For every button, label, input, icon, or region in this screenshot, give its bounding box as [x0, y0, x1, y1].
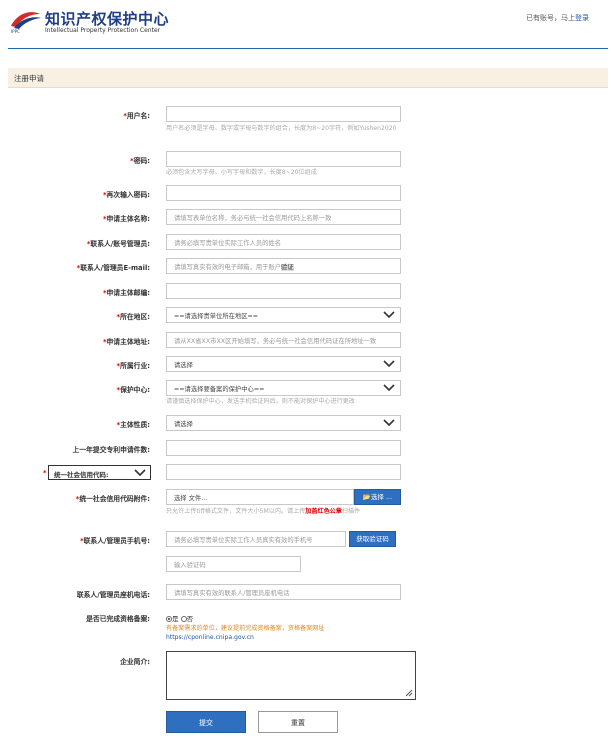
- username-label: *用户名:: [123, 112, 150, 120]
- patent-count-input[interactable]: [166, 440, 401, 456]
- credit-code-input[interactable]: [166, 464, 401, 480]
- page-header: IPPC 知识产权保护中心 Intellectual Property Prot…: [0, 0, 611, 46]
- reset-button[interactable]: 重置: [258, 711, 338, 733]
- password-confirm-input[interactable]: [166, 185, 401, 201]
- password-confirm-label: *再次输入密码:: [102, 191, 150, 199]
- nature-select[interactable]: 请选择: [166, 415, 401, 431]
- region-select[interactable]: ==请选择贵单位所在地区==: [166, 307, 401, 323]
- verify-code-input[interactable]: 输入验证码: [166, 556, 301, 572]
- submit-button[interactable]: 提交: [166, 711, 246, 733]
- phone-input[interactable]: 请务必填写贵单位实际工作人员真实有效的手机号: [166, 531, 346, 547]
- password-input[interactable]: [166, 151, 401, 167]
- phone-label: *联系人/管理员手机号:: [80, 537, 150, 545]
- filed-label: 是否已完成资格备案:: [86, 615, 150, 623]
- address-input[interactable]: 请从XX省XX市XX区开始填写，务必与统一社会信用代码证在所地址一致: [166, 332, 401, 348]
- panel-header: 注册申请: [8, 68, 608, 88]
- password-label: *密码:: [130, 157, 150, 165]
- resize-handle-icon[interactable]: [405, 689, 413, 697]
- chevron-down-icon: [383, 360, 395, 368]
- contact-input[interactable]: 请务必填写贵单位实际工作人员的姓名: [166, 234, 401, 250]
- landline-label: 联系人/管理员座机电话:: [76, 591, 150, 599]
- folder-icon: 📂: [362, 493, 371, 501]
- filed-hint: 有备案需求的单位，建议提前完成资格备案，资格备案网址: [166, 625, 325, 632]
- brand-name: 知识产权保护中心: [45, 10, 170, 28]
- industry-label: *所属行业:: [116, 362, 150, 370]
- center-select[interactable]: ==请选择要备案的保护中心==: [166, 380, 401, 396]
- chevron-down-icon: [383, 384, 395, 392]
- panel-title: 注册申请: [14, 74, 44, 83]
- login-tip: 已有账号，马上登录: [526, 14, 589, 22]
- login-link[interactable]: 登录: [575, 14, 589, 22]
- postcode-input[interactable]: [166, 283, 401, 299]
- attachment-hint: 只允许上传tiff格式文件，文件大小5M以内。请上传加盖红色公章扫描件: [166, 508, 361, 515]
- center-label: *保护中心:: [116, 386, 150, 394]
- center-hint: 请谨慎选择保护中心，发送手机验证码后，则不能对保护中心进行更改: [166, 398, 355, 405]
- contact-label: *联系人/账号管理员:: [86, 240, 150, 248]
- attachment-file-input[interactable]: 选择 文件...: [166, 489, 354, 505]
- credit-code-type-select[interactable]: 统一社会信用代码:: [48, 465, 151, 480]
- patent-count-label: 上一年提交专利申请件数:: [72, 446, 150, 454]
- region-label: *所在地区:: [116, 313, 150, 321]
- intro-textarea[interactable]: [166, 651, 416, 700]
- get-code-button[interactable]: 获取验证码: [349, 531, 396, 547]
- filed-yes-radio[interactable]: [166, 616, 172, 622]
- filed-url-link[interactable]: https://cponline.cnipa.gov.cn: [166, 633, 406, 642]
- attachment-label: *统一社会信用代码附件:: [75, 495, 150, 503]
- landline-input[interactable]: 请填写真实有效的联系人/管理员座机电话: [166, 584, 401, 600]
- nature-label: *主体性质:: [116, 421, 150, 429]
- username-hint: 用户名必须是字母、数字或字母与数字的组合，长度为8~20字符，例如Yushen2…: [166, 125, 397, 132]
- chevron-down-icon: [383, 311, 395, 319]
- header-divider: [8, 48, 608, 49]
- username-input[interactable]: [166, 106, 401, 122]
- choose-file-button[interactable]: 📂选择 ...: [354, 489, 401, 505]
- intro-label: 企业简介:: [120, 658, 150, 666]
- password-hint: 必须包含大写字母、小写字母和数字，长度8~20位组成: [166, 169, 317, 176]
- filed-no-radio[interactable]: [180, 616, 187, 622]
- email-input[interactable]: 请填写真实有效的电子邮箱，用于账户验证: [166, 258, 401, 274]
- postcode-label: *申请主体邮编:: [102, 289, 150, 297]
- logo-icon: IPPC: [11, 12, 41, 34]
- address-label: *申请主体地址:: [102, 338, 150, 346]
- chevron-down-icon: [134, 469, 146, 477]
- industry-select[interactable]: 请选择: [166, 356, 401, 372]
- brand-name-en: Intellectual Property Protection Center: [45, 27, 161, 34]
- chevron-down-icon: [383, 419, 395, 427]
- applicant-name-label: *申请主体名称:: [102, 215, 150, 223]
- svg-text:IPPC: IPPC: [11, 29, 20, 34]
- email-label: *联系人/管理员E-mail:: [76, 264, 150, 272]
- applicant-name-input[interactable]: 请填写表单位名称，务必与统一社会信用代码上名称一致: [166, 209, 401, 225]
- filed-radio-group: 是 否: [166, 613, 193, 623]
- credit-code-required: *: [43, 469, 47, 477]
